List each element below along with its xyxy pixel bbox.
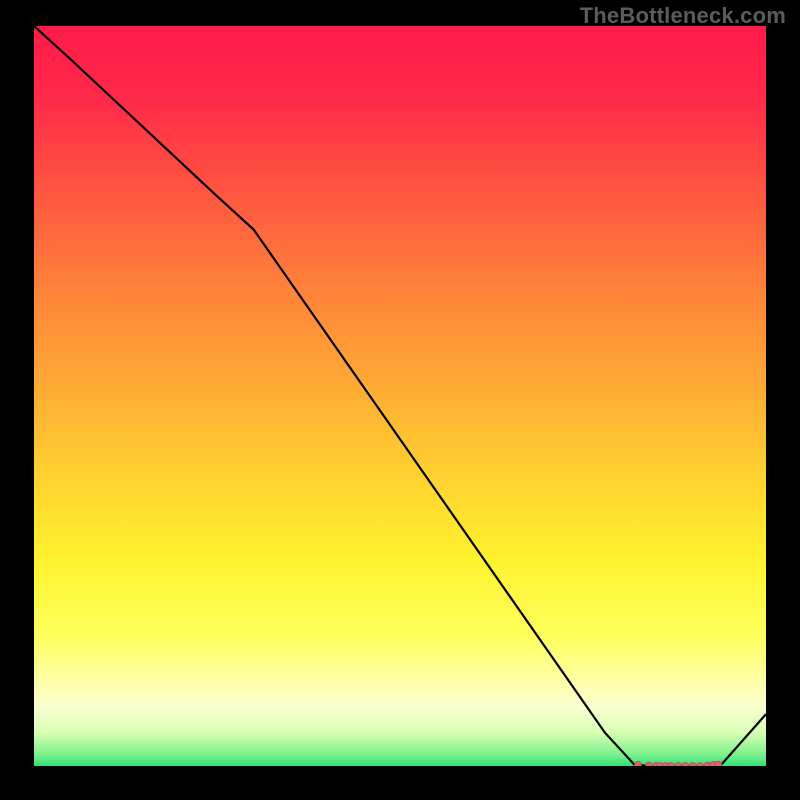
data-marker (675, 763, 682, 766)
data-marker (635, 761, 642, 766)
data-marker (715, 761, 722, 766)
chart-frame: TheBottleneck.com (0, 0, 800, 800)
gradient-background (34, 26, 766, 766)
plot-area (34, 26, 766, 766)
data-marker (689, 763, 696, 766)
data-marker (667, 763, 674, 766)
data-marker (645, 762, 652, 766)
data-marker (697, 763, 704, 766)
data-marker (682, 763, 689, 766)
chart-svg (34, 26, 766, 766)
